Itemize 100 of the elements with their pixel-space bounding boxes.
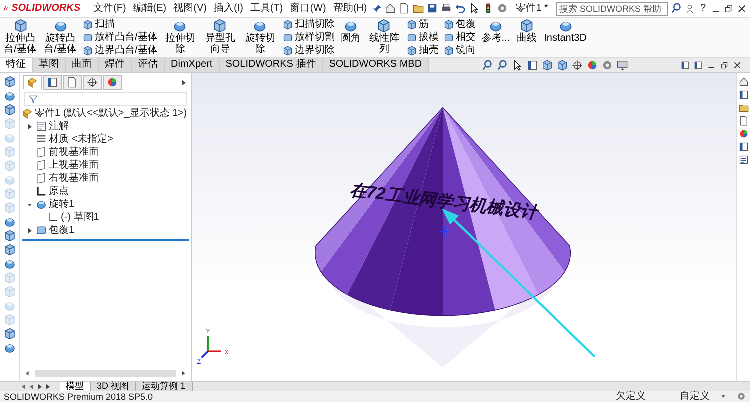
ribbon-command[interactable]: 包覆 — [444, 19, 476, 30]
appearance-icon[interactable] — [587, 60, 598, 70]
filter-field[interactable] — [24, 92, 187, 106]
tile-icon[interactable] — [681, 60, 690, 70]
expand-arrow-icon[interactable] — [26, 226, 34, 234]
scene-icon[interactable] — [602, 60, 614, 70]
tree-item[interactable]: 前视基准面 — [49, 146, 99, 159]
panel-tab[interactable] — [43, 75, 62, 90]
display-style-icon[interactable] — [557, 60, 568, 70]
ribbon-command[interactable]: 扫描 — [83, 19, 158, 30]
restore-icon[interactable] — [720, 60, 729, 70]
caret-icon[interactable] — [720, 393, 727, 400]
appearance-icon[interactable] — [738, 129, 748, 139]
command-tab[interactable]: 评估 — [132, 58, 165, 72]
cylinder-icon[interactable] — [4, 342, 16, 354]
section-view-icon[interactable] — [527, 60, 538, 70]
library-icon[interactable] — [738, 90, 748, 100]
ribbon-command[interactable]: 旋转切除 — [242, 19, 278, 56]
cylinder-icon[interactable] — [4, 216, 16, 228]
cube-icon[interactable] — [4, 76, 16, 88]
tree-item[interactable]: 包覆1 — [49, 224, 75, 237]
close-icon[interactable] — [737, 4, 747, 14]
cone-drawing[interactable] — [315, 107, 572, 316]
command-tab[interactable]: SOLIDWORKS MBD — [323, 58, 430, 72]
zoom-icon[interactable] — [482, 60, 494, 70]
list-icon[interactable] — [738, 155, 748, 165]
ribbon-command[interactable]: 抽壳 — [406, 45, 439, 56]
document-icon[interactable] — [738, 116, 748, 126]
axis-triad-drawing[interactable] — [201, 336, 222, 358]
cube-icon[interactable] — [4, 244, 16, 256]
command-tab[interactable]: 草图 — [33, 58, 66, 72]
menu-item[interactable]: 窗口(W) — [288, 0, 328, 16]
select-pointer-icon[interactable] — [469, 3, 480, 14]
ribbon-command[interactable]: 圆角 — [340, 19, 362, 56]
ribbon-command[interactable]: 拔模 — [406, 32, 439, 43]
user-icon[interactable] — [685, 4, 696, 14]
cylinder-icon[interactable] — [4, 258, 16, 270]
command-tab[interactable]: 特征 — [0, 58, 33, 72]
ribbon-command[interactable]: 镜向 — [444, 45, 476, 56]
undo-icon[interactable] — [455, 3, 466, 14]
ribbon-command[interactable]: 扫描切除 — [282, 19, 335, 30]
menu-item[interactable]: 编辑(E) — [131, 0, 169, 16]
model-tab[interactable]: 模型 — [60, 382, 91, 391]
menu-item[interactable]: 插入(I) — [212, 0, 246, 16]
restore-icon[interactable] — [724, 4, 734, 14]
ribbon-command[interactable]: 边界切除 — [282, 45, 335, 56]
command-tab[interactable]: SOLIDWORKS 插件 — [220, 58, 324, 72]
expand-arrow-icon[interactable] — [26, 122, 34, 130]
search-field[interactable]: 搜索 SOLIDWORKS 帮助 — [556, 2, 668, 16]
ribbon-command[interactable]: Instant3D — [543, 19, 588, 56]
view-orientation-icon[interactable] — [542, 60, 554, 70]
ribbon-command[interactable]: 放样凸台/基体 — [83, 32, 158, 43]
menu-item[interactable]: 文件(F) — [92, 0, 128, 16]
tile-icon[interactable] — [694, 60, 703, 70]
tree-item[interactable]: 注解 — [49, 120, 69, 133]
folder-icon[interactable] — [738, 103, 748, 113]
ribbon-command[interactable]: 异型孔向导 — [202, 19, 238, 56]
horizontal-scrollbar[interactable] — [35, 370, 176, 377]
command-tab[interactable]: 焊件 — [99, 58, 132, 72]
scroll-right-icon[interactable] — [180, 370, 187, 377]
menu-item[interactable]: 帮助(H) — [331, 0, 370, 16]
model-tab[interactable]: 3D 视图 — [91, 382, 136, 391]
panel-tab[interactable] — [63, 75, 82, 90]
ribbon-command[interactable]: 相交 — [444, 32, 476, 43]
ribbon-command[interactable]: 曲线 — [516, 19, 538, 56]
home-icon[interactable] — [385, 3, 396, 14]
help-button[interactable]: ? — [698, 0, 708, 16]
zoom-area-icon[interactable] — [497, 60, 508, 70]
close-icon[interactable] — [733, 60, 742, 70]
units-dropdown[interactable]: 自定义 — [680, 392, 710, 402]
cube-icon[interactable] — [4, 104, 16, 116]
search-icon[interactable] — [671, 3, 682, 14]
panel-tab[interactable] — [103, 75, 122, 90]
folder-icon[interactable] — [413, 3, 424, 14]
model-tab[interactable]: 运动算例 1 — [136, 382, 193, 391]
property-icon[interactable] — [738, 142, 748, 152]
ribbon-command[interactable]: 线性阵列 — [366, 19, 402, 56]
tree-item[interactable]: 原点 — [49, 185, 69, 198]
ribbon-command[interactable]: 边界凸台/基体 — [83, 45, 158, 56]
ribbon-command[interactable]: 参考... — [480, 19, 512, 56]
cube-icon[interactable] — [4, 230, 16, 242]
command-tab[interactable]: 曲面 — [66, 58, 99, 72]
pointer-icon[interactable] — [512, 60, 524, 70]
expand-arrow-icon[interactable] — [180, 78, 188, 86]
save-icon[interactable] — [427, 3, 438, 14]
ribbon-command[interactable]: 旋转凸台/基体 — [43, 19, 78, 56]
hide-show-icon[interactable] — [572, 60, 584, 70]
tree-item[interactable]: 旋转1 — [49, 198, 75, 211]
scroll-left-icon[interactable] — [24, 370, 31, 377]
cylinder-icon[interactable] — [4, 90, 16, 102]
ribbon-command[interactable]: 拉伸切除 — [162, 19, 198, 56]
cube-icon[interactable] — [4, 328, 16, 340]
ribbon-command[interactable]: 放样切割 — [282, 32, 335, 43]
pin-icon[interactable] — [372, 4, 382, 14]
tree-item[interactable]: 零件1 (默认<<默认>_显示状态 1>) — [35, 107, 188, 120]
tree-item[interactable]: (-) 草图1 — [61, 211, 100, 224]
menu-item[interactable]: 工具(T) — [248, 0, 286, 16]
menu-item[interactable]: 视图(V) — [172, 0, 209, 16]
tree-item[interactable]: 右视基准面 — [49, 172, 99, 185]
new-document-icon[interactable] — [399, 3, 410, 14]
